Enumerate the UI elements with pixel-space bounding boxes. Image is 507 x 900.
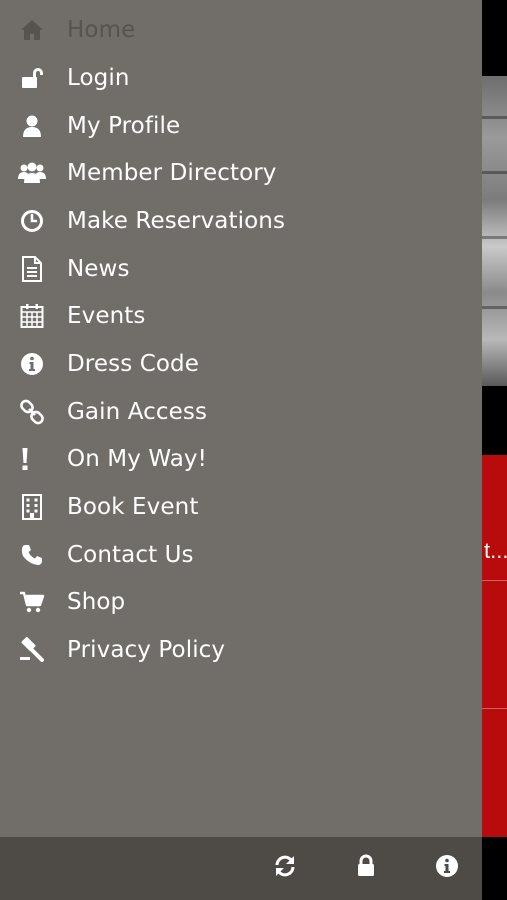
users-icon	[18, 159, 46, 187]
cart-icon	[18, 588, 46, 616]
menu-item-label: Member Directory	[67, 160, 277, 186]
menu-item-label: Contact Us	[67, 542, 194, 568]
menu-item-label: Dress Code	[67, 351, 199, 377]
menu-item-contact-us[interactable]: Contact Us	[0, 532, 482, 578]
user-icon	[18, 112, 46, 140]
drawer-toolbar	[0, 837, 482, 900]
background-app	[482, 0, 507, 900]
gavel-icon	[18, 636, 46, 664]
refresh-icon	[273, 854, 297, 882]
menu-item-label: My Profile	[67, 113, 181, 139]
menu-item-on-my-way[interactable]: On My Way!	[0, 436, 482, 482]
menu-item-book-event[interactable]: Book Event	[0, 484, 482, 530]
menu-item-home[interactable]: Home	[0, 7, 482, 53]
menu-item-login[interactable]: Login	[0, 55, 482, 101]
menu-item-label: Make Reservations	[67, 208, 286, 234]
menu-item-events[interactable]: Events	[0, 293, 482, 339]
menu-item-label: Book Event	[67, 494, 199, 520]
background-photo	[482, 76, 507, 386]
lock-button[interactable]	[351, 853, 381, 883]
unlock-icon	[18, 64, 46, 92]
lock-icon	[356, 854, 376, 882]
info-circle-icon	[435, 854, 459, 882]
menu-item-label: Events	[67, 303, 146, 329]
menu-item-label: Login	[67, 65, 130, 91]
info-button[interactable]	[432, 853, 462, 883]
calendar-icon	[18, 302, 46, 330]
document-icon	[18, 255, 46, 283]
menu-item-label: Privacy Policy	[67, 637, 226, 663]
home-icon	[18, 16, 46, 44]
background-truncated-text: t...	[484, 538, 507, 563]
menu-item-label: Home	[67, 17, 136, 43]
menu-item-make-reservations[interactable]: Make Reservations	[0, 198, 482, 244]
refresh-button[interactable]	[270, 853, 300, 883]
menu-item-my-profile[interactable]: My Profile	[0, 103, 482, 149]
background-red-panel	[482, 455, 507, 837]
menu-item-shop[interactable]: Shop	[0, 579, 482, 625]
exclamation-icon	[18, 445, 46, 473]
menu-item-label: On My Way!	[67, 446, 207, 472]
menu-item-privacy-policy[interactable]: Privacy Policy	[0, 627, 482, 673]
phone-icon	[18, 541, 46, 569]
clock-icon	[18, 207, 46, 235]
info-circle-icon	[18, 350, 46, 378]
menu-item-label: News	[67, 256, 130, 282]
link-icon	[18, 398, 46, 426]
menu-item-gain-access[interactable]: Gain Access	[0, 389, 482, 435]
menu-item-dress-code[interactable]: Dress Code	[0, 341, 482, 387]
menu-item-label: Gain Access	[67, 399, 208, 425]
side-menu-drawer: Home Login My Profile Member Directory M…	[0, 0, 482, 900]
menu-item-label: Shop	[67, 589, 126, 615]
menu-item-member-directory[interactable]: Member Directory	[0, 150, 482, 196]
building-icon	[18, 493, 46, 521]
menu-item-news[interactable]: News	[0, 246, 482, 292]
